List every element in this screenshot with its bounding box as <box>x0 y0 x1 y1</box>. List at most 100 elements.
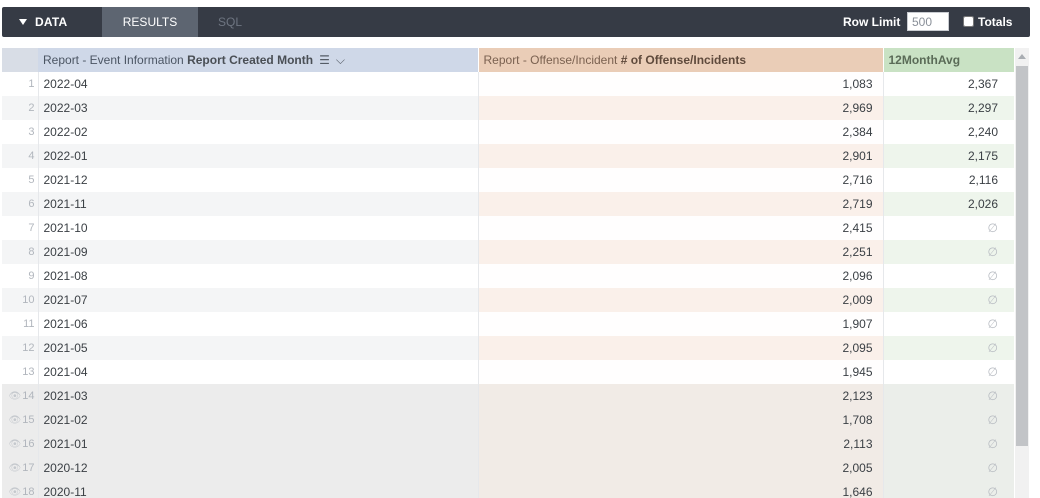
month-cell[interactable]: 2022-04 <box>37 72 478 96</box>
twelve-month-avg-cell[interactable]: ∅ <box>882 360 1014 384</box>
table-header-row: Report - Event Information Report Create… <box>2 48 1014 72</box>
column-header-report-created-month[interactable]: Report - Event Information Report Create… <box>38 48 478 72</box>
offense-count-cell[interactable]: 2,113 <box>477 432 883 456</box>
offense-count-cell[interactable]: 1,907 <box>477 312 883 336</box>
month-cell[interactable]: 2021-05 <box>37 336 478 360</box>
data-section-toggle[interactable]: DATA <box>19 7 67 37</box>
offense-count-cell[interactable]: 2,969 <box>477 96 883 120</box>
row-index-cell: 6 <box>2 192 38 216</box>
offense-count-cell[interactable]: 2,005 <box>477 456 883 480</box>
table-row: 8 2021-09 2,251 ∅ <box>2 240 1014 264</box>
eye-hidden-icon: 👁 <box>8 391 22 402</box>
totals-toggle[interactable]: Totals <box>963 7 1012 37</box>
tab-sql[interactable]: SQL <box>210 7 250 37</box>
twelve-month-avg-cell[interactable]: ∅ <box>882 456 1014 480</box>
month-cell[interactable]: 2021-06 <box>37 312 478 336</box>
twelve-month-avg-cell[interactable]: ∅ <box>882 312 1014 336</box>
table-row: 1 2022-04 1,083 2,367 <box>2 72 1014 96</box>
twelve-month-avg-cell[interactable]: 2,175 <box>882 144 1014 168</box>
twelve-month-avg-cell[interactable]: ∅ <box>882 216 1014 240</box>
scroll-thumb[interactable] <box>1016 66 1028 446</box>
row-index: 14 <box>22 390 35 402</box>
month-cell[interactable]: 2021-01 <box>37 432 478 456</box>
offense-count-cell[interactable]: 2,716 <box>477 168 883 192</box>
totals-checkbox[interactable] <box>963 16 974 27</box>
eye-hidden-icon: 👁 <box>8 415 22 426</box>
month-cell[interactable]: 2022-02 <box>37 120 478 144</box>
month-cell[interactable]: 2021-11 <box>37 192 478 216</box>
row-index: 6 <box>28 198 35 210</box>
month-cell[interactable]: 2020-11 <box>37 480 478 498</box>
twelve-month-avg-cell[interactable]: ∅ <box>882 240 1014 264</box>
month-cell[interactable]: 2021-02 <box>37 408 478 432</box>
row-index: 5 <box>28 174 35 186</box>
row-limit-input[interactable] <box>907 12 949 31</box>
row-index: 16 <box>22 438 35 450</box>
offense-count-cell[interactable]: 2,123 <box>477 384 883 408</box>
month-cell[interactable]: 2021-03 <box>37 384 478 408</box>
scroll-up-arrow-icon[interactable] <box>1018 54 1026 59</box>
row-index-cell: 8 <box>2 240 38 264</box>
twelve-month-avg-cell[interactable]: 2,116 <box>882 168 1014 192</box>
totals-label: Totals <box>978 15 1013 29</box>
offense-count-cell[interactable]: 2,009 <box>477 288 883 312</box>
row-index: 12 <box>22 342 35 354</box>
row-index-cell: 9 <box>2 264 38 288</box>
month-cell[interactable]: 2020-12 <box>37 456 478 480</box>
offense-count-cell[interactable]: 2,251 <box>477 240 883 264</box>
table-row: 7 2021-10 2,415 ∅ <box>2 216 1014 240</box>
row-index-cell: 13 <box>2 360 38 384</box>
table-row: 11 2021-06 1,907 ∅ <box>2 312 1014 336</box>
row-index-cell: 👁15 <box>2 408 38 432</box>
offense-count-cell[interactable]: 2,095 <box>477 336 883 360</box>
twelve-month-avg-cell[interactable]: 2,026 <box>882 192 1014 216</box>
offense-count-cell[interactable]: 1,708 <box>477 408 883 432</box>
row-index-cell: 12 <box>2 336 38 360</box>
column-header-offense-count[interactable]: Report - Offense/Incident # of Offense/I… <box>477 48 883 72</box>
offense-count-cell[interactable]: 2,384 <box>477 120 883 144</box>
twelve-month-avg-cell[interactable]: ∅ <box>882 432 1014 456</box>
offense-count-cell[interactable]: 2,719 <box>477 192 883 216</box>
month-cell[interactable]: 2022-01 <box>37 144 478 168</box>
twelve-month-avg-cell[interactable]: ∅ <box>882 288 1014 312</box>
twelve-month-avg-cell[interactable]: ∅ <box>882 384 1014 408</box>
month-cell[interactable]: 2021-09 <box>37 240 478 264</box>
column-header-12monthavg[interactable]: 12MonthAvg <box>882 48 1014 72</box>
data-label: DATA <box>35 15 68 29</box>
offense-count-cell[interactable]: 1,646 <box>477 480 883 498</box>
table-row: 10 2021-07 2,009 ∅ <box>2 288 1014 312</box>
pivot-icon[interactable]: ☰ <box>319 53 330 67</box>
offense-count-cell[interactable]: 1,083 <box>477 72 883 96</box>
table-row: 3 2022-02 2,384 2,240 <box>2 120 1014 144</box>
row-index: 18 <box>22 486 35 498</box>
month-cell[interactable]: 2021-04 <box>37 360 478 384</box>
twelve-month-avg-cell[interactable]: ∅ <box>882 264 1014 288</box>
offense-count-cell[interactable]: 2,096 <box>477 264 883 288</box>
offense-count-cell[interactable]: 2,901 <box>477 144 883 168</box>
row-index: 13 <box>22 366 35 378</box>
vertical-scrollbar[interactable] <box>1015 48 1029 498</box>
twelve-month-avg-cell[interactable]: ∅ <box>882 408 1014 432</box>
month-cell[interactable]: 2022-03 <box>37 96 478 120</box>
row-index: 9 <box>28 270 35 282</box>
twelve-month-avg-cell[interactable]: ∅ <box>882 336 1014 360</box>
tab-results[interactable]: RESULTS <box>102 7 198 37</box>
twelve-month-avg-cell[interactable]: 2,297 <box>882 96 1014 120</box>
twelve-month-avg-cell[interactable]: 2,367 <box>882 72 1014 96</box>
chevron-down-icon[interactable]: ⌵ <box>336 53 345 68</box>
month-cell[interactable]: 2021-07 <box>37 288 478 312</box>
month-cell[interactable]: 2021-08 <box>37 264 478 288</box>
month-cell[interactable]: 2021-10 <box>37 216 478 240</box>
month-cell[interactable]: 2021-12 <box>37 168 478 192</box>
row-index-cell: 👁14 <box>2 384 38 408</box>
table-row: 👁15 2021-02 1,708 ∅ <box>2 408 1014 432</box>
offense-count-cell[interactable]: 2,415 <box>477 216 883 240</box>
row-index: 3 <box>28 126 35 138</box>
twelve-month-avg-cell[interactable]: 2,240 <box>882 120 1014 144</box>
twelve-month-avg-cell[interactable]: ∅ <box>882 480 1014 498</box>
row-index-cell: 👁17 <box>2 456 38 480</box>
row-index: 17 <box>22 462 35 474</box>
table-row: 👁16 2021-01 2,113 ∅ <box>2 432 1014 456</box>
table-row: 👁17 2020-12 2,005 ∅ <box>2 456 1014 480</box>
offense-count-cell[interactable]: 1,945 <box>477 360 883 384</box>
